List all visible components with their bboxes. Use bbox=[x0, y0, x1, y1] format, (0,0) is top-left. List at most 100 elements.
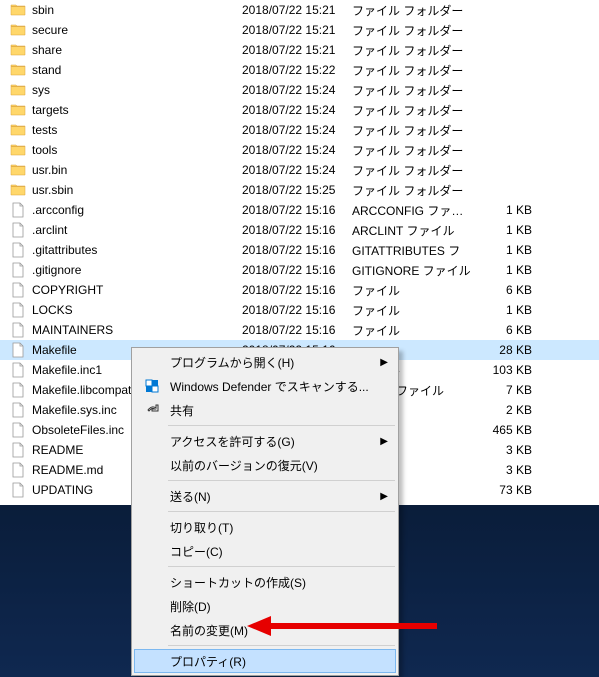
file-row[interactable]: targets2018/07/22 15:24ファイル フォルダー bbox=[0, 100, 599, 120]
menu-defender[interactable]: Windows Defender でスキャンする... bbox=[134, 374, 396, 398]
file-date: 2018/07/22 15:24 bbox=[242, 83, 352, 97]
menu-cut[interactable]: 切り取り(T) bbox=[134, 515, 396, 539]
file-icon bbox=[10, 282, 26, 298]
file-icon bbox=[10, 262, 26, 278]
file-date: 2018/07/22 15:16 bbox=[242, 223, 352, 237]
file-name: sbin bbox=[32, 3, 54, 17]
file-type: ファイル フォルダー bbox=[352, 22, 472, 39]
file-date: 2018/07/22 15:24 bbox=[242, 103, 352, 117]
file-name: usr.sbin bbox=[32, 183, 73, 197]
file-type: ファイル フォルダー bbox=[352, 182, 472, 199]
file-row[interactable]: usr.sbin 2018/07/22 15:25ファイル フォルダー bbox=[0, 180, 599, 200]
menu-separator bbox=[168, 511, 395, 512]
file-name: Makefile.inc1 bbox=[32, 363, 102, 377]
file-row[interactable]: share2018/07/22 15:21ファイル フォルダー bbox=[0, 40, 599, 60]
blank-icon bbox=[142, 598, 162, 614]
file-name: LOCKS bbox=[32, 303, 73, 317]
file-name: tests bbox=[32, 123, 57, 137]
menu-send-to-label: 送る(N) bbox=[170, 488, 211, 505]
file-date: 2018/07/22 15:16 bbox=[242, 283, 352, 297]
file-size: 7 KB bbox=[472, 383, 532, 397]
file-row[interactable]: sys2018/07/22 15:24ファイル フォルダー bbox=[0, 80, 599, 100]
menu-separator bbox=[168, 645, 395, 646]
file-name: stand bbox=[32, 63, 61, 77]
file-name: .arcconfig bbox=[32, 203, 84, 217]
file-icon bbox=[10, 302, 26, 318]
menu-access[interactable]: アクセスを許可する(G) ▶ bbox=[134, 429, 396, 453]
file-row[interactable]: COPYRIGHT2018/07/22 15:16ファイル6 KB bbox=[0, 280, 599, 300]
blank-icon bbox=[142, 519, 162, 535]
file-date: 2018/07/22 15:25 bbox=[242, 183, 352, 197]
file-row[interactable]: LOCKS2018/07/22 15:16ファイル1 KB bbox=[0, 300, 599, 320]
file-icon bbox=[10, 402, 26, 418]
file-row[interactable]: usr.bin2018/07/22 15:24ファイル フォルダー bbox=[0, 160, 599, 180]
folder-icon bbox=[10, 182, 26, 198]
file-date: 2018/07/22 15:16 bbox=[242, 243, 352, 257]
file-row[interactable]: stand2018/07/22 15:22ファイル フォルダー bbox=[0, 60, 599, 80]
menu-copy[interactable]: コピー(C) bbox=[134, 539, 396, 563]
file-icon bbox=[10, 382, 26, 398]
file-size: 28 KB bbox=[472, 343, 532, 357]
file-name: .gitattributes bbox=[32, 243, 97, 257]
blank-icon bbox=[142, 653, 162, 669]
file-name: Makefile.libcompat bbox=[32, 383, 131, 397]
file-name: secure bbox=[32, 23, 68, 37]
file-date: 2018/07/22 15:21 bbox=[242, 43, 352, 57]
menu-shortcut-label: ショートカットの作成(S) bbox=[170, 574, 306, 591]
file-row[interactable]: .gitattributes2018/07/22 15:16GITATTRIBU… bbox=[0, 240, 599, 260]
file-size: 6 KB bbox=[472, 283, 532, 297]
file-name: Makefile.sys.inc bbox=[32, 403, 117, 417]
file-row[interactable]: .gitignore2018/07/22 15:16GITIGNORE ファイル… bbox=[0, 260, 599, 280]
file-date: 2018/07/22 15:16 bbox=[242, 323, 352, 337]
file-name: ObsoleteFiles.inc bbox=[32, 423, 124, 437]
file-row[interactable]: .arcconfig2018/07/22 15:16ARCCONFIG ファイル… bbox=[0, 200, 599, 220]
menu-delete-label: 削除(D) bbox=[170, 598, 211, 615]
menu-separator bbox=[168, 425, 395, 426]
file-icon bbox=[10, 222, 26, 238]
menu-restore[interactable]: 以前のバージョンの復元(V) bbox=[134, 453, 396, 477]
file-row[interactable]: tools2018/07/22 15:24ファイル フォルダー bbox=[0, 140, 599, 160]
shield-icon bbox=[142, 378, 162, 394]
file-row[interactable]: MAINTAINERS2018/07/22 15:16ファイル6 KB bbox=[0, 320, 599, 340]
file-row[interactable]: secure2018/07/22 15:21ファイル フォルダー bbox=[0, 20, 599, 40]
menu-shortcut[interactable]: ショートカットの作成(S) bbox=[134, 570, 396, 594]
file-date: 2018/07/22 15:16 bbox=[242, 263, 352, 277]
folder-icon bbox=[10, 62, 26, 78]
menu-share-label: 共有 bbox=[170, 402, 194, 419]
folder-icon bbox=[10, 22, 26, 38]
menu-open-with[interactable]: プログラムから開く(H) ▶ bbox=[134, 350, 396, 374]
blank-icon bbox=[142, 433, 162, 449]
file-icon bbox=[10, 482, 26, 498]
menu-copy-label: コピー(C) bbox=[170, 543, 223, 560]
file-name: Makefile bbox=[32, 343, 77, 357]
menu-rename-label: 名前の変更(M) bbox=[170, 622, 248, 639]
file-name: COPYRIGHT bbox=[32, 283, 103, 297]
file-name: UPDATING bbox=[32, 483, 93, 497]
file-size: 1 KB bbox=[472, 203, 532, 217]
menu-properties[interactable]: プロパティ(R) bbox=[134, 649, 396, 673]
file-size: 3 KB bbox=[472, 443, 532, 457]
file-type: ファイル フォルダー bbox=[352, 122, 472, 139]
menu-send-to[interactable]: 送る(N) ▶ bbox=[134, 484, 396, 508]
folder-icon bbox=[10, 142, 26, 158]
file-size: 2 KB bbox=[472, 403, 532, 417]
blank-icon bbox=[142, 622, 162, 638]
file-size: 103 KB bbox=[472, 363, 532, 377]
menu-restore-label: 以前のバージョンの復元(V) bbox=[170, 457, 318, 474]
file-size: 1 KB bbox=[472, 223, 532, 237]
menu-properties-label: プロパティ(R) bbox=[170, 653, 246, 670]
folder-icon bbox=[10, 122, 26, 138]
file-row[interactable]: .arclint2018/07/22 15:16ARCLINT ファイル1 KB bbox=[0, 220, 599, 240]
file-name: .gitignore bbox=[32, 263, 81, 277]
file-row[interactable]: tests2018/07/22 15:24ファイル フォルダー bbox=[0, 120, 599, 140]
file-row[interactable]: sbin2018/07/22 15:21ファイル フォルダー bbox=[0, 0, 599, 20]
file-name: usr.bin bbox=[32, 163, 67, 177]
menu-defender-label: Windows Defender でスキャンする... bbox=[170, 378, 369, 395]
menu-separator bbox=[168, 480, 395, 481]
submenu-arrow-icon: ▶ bbox=[380, 357, 388, 368]
file-icon bbox=[10, 442, 26, 458]
file-type: ファイル フォルダー bbox=[352, 162, 472, 179]
file-name: .arclint bbox=[32, 223, 67, 237]
menu-share[interactable]: 共有 bbox=[134, 398, 396, 422]
file-type: ファイル フォルダー bbox=[352, 142, 472, 159]
